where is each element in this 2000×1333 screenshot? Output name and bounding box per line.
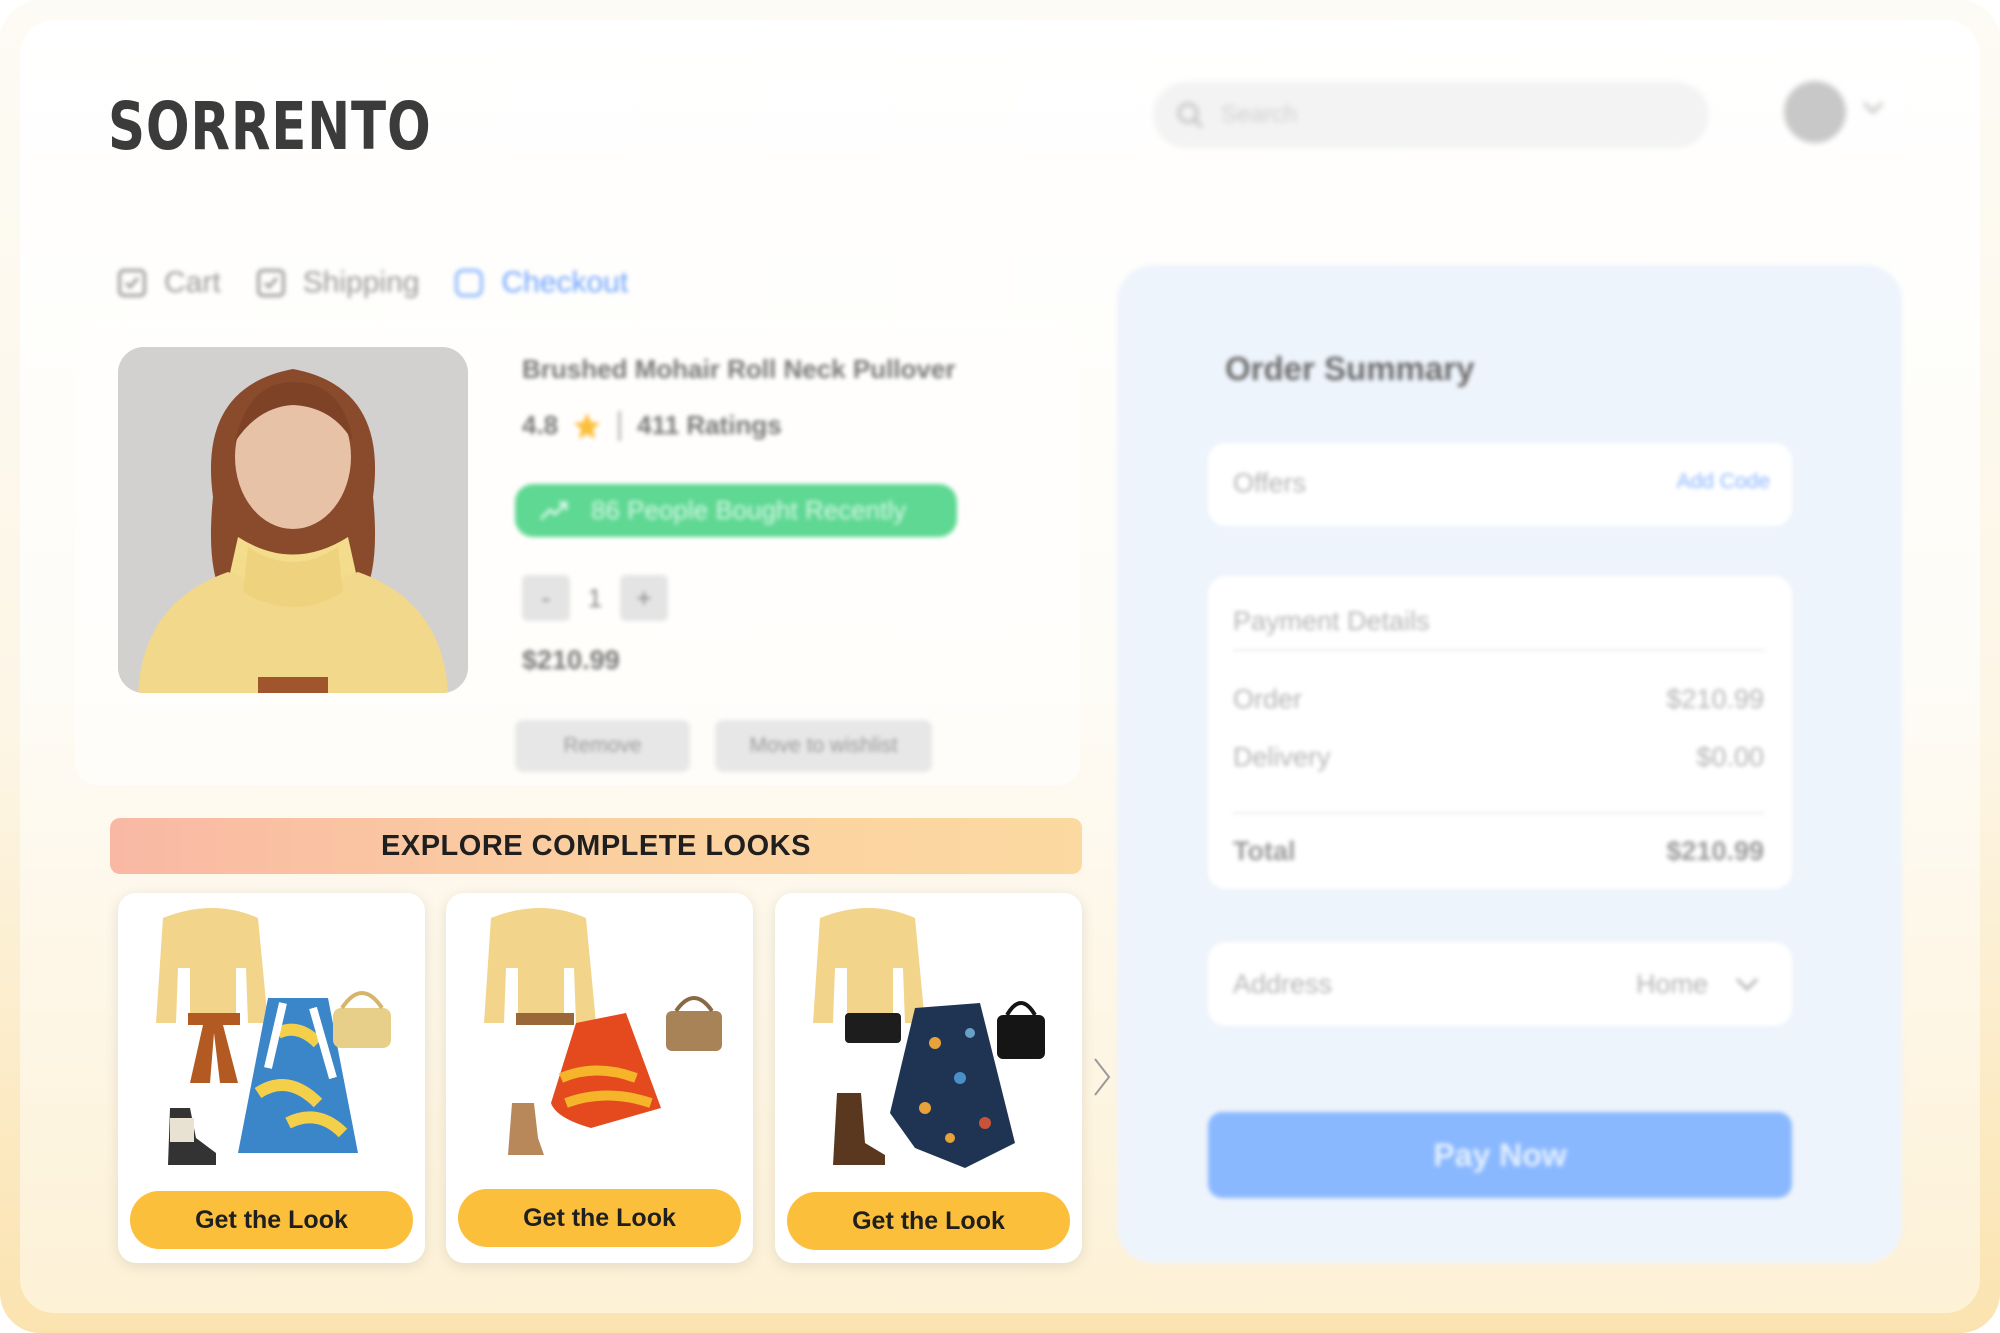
total-label: Total (1233, 836, 1296, 866)
search-input[interactable]: Search (1153, 82, 1709, 148)
offers-label: Offers (1233, 468, 1307, 498)
qty-decrease-button[interactable]: - (522, 575, 570, 621)
checkbox-checked-icon (118, 269, 146, 297)
step-checkout[interactable]: Checkout (455, 266, 628, 300)
page-frame: SORRENTO Search Cart Shipping Checkout B… (0, 0, 2000, 1333)
divider (1233, 649, 1765, 651)
step-label: Checkout (501, 266, 629, 299)
checkout-steps: Cart Shipping Checkout (118, 266, 664, 300)
move-to-wishlist-button[interactable]: Move to wishlist (715, 720, 932, 772)
rating-value: 4.8 (522, 410, 559, 440)
look-card-3[interactable]: Get the Look (775, 893, 1082, 1263)
quantity-stepper: - 1 + (522, 575, 668, 621)
pay-now-button[interactable]: Pay Now (1208, 1112, 1792, 1198)
total-value: $210.99 (1666, 836, 1764, 866)
payment-details-box: Payment Details Order $210.99 Delivery $… (1208, 576, 1792, 889)
look-outfit-image (813, 908, 1045, 1168)
step-cart[interactable]: Cart (118, 266, 221, 300)
delivery-value: $0.00 (1696, 742, 1764, 772)
look-outfit-image (156, 908, 391, 1165)
delivery-label: Delivery (1233, 742, 1331, 772)
chevron-down-icon (1735, 977, 1759, 992)
chevron-down-icon[interactable] (1861, 100, 1885, 116)
chevron-right-icon[interactable] (1090, 1055, 1114, 1099)
avatar[interactable] (1784, 81, 1846, 143)
order-label: Order (1233, 684, 1303, 714)
remove-button[interactable]: Remove (515, 720, 690, 772)
star-icon (574, 412, 601, 439)
checkbox-checked-icon (256, 269, 285, 297)
look-card-2[interactable]: Get the Look (446, 893, 753, 1263)
trending-up-icon (539, 501, 568, 520)
product-image[interactable] (118, 347, 468, 693)
bought-recently-text: 86 People Bought Recently (591, 495, 907, 525)
order-value: $210.99 (1666, 684, 1764, 714)
step-label: Shipping (302, 266, 420, 299)
search-placeholder: Search (1221, 101, 1298, 128)
product-price: $210.99 (522, 645, 620, 675)
add-code-link[interactable]: Add Code (1677, 470, 1770, 494)
product-title[interactable]: Brushed Mohair Roll Neck Pullover (522, 354, 955, 385)
search-icon (1177, 102, 1204, 129)
product-rating: 4.8 411 Ratings (522, 410, 782, 441)
checkbox-empty-icon (455, 269, 484, 297)
get-the-look-button-3[interactable]: Get the Look (787, 1192, 1070, 1250)
divider (618, 410, 622, 441)
address-value: Home (1635, 969, 1708, 999)
explore-looks-banner: EXPLORE COMPLETE LOOKS (110, 818, 1082, 874)
model-photo (118, 347, 468, 693)
look-outfit-image (484, 908, 722, 1155)
payment-details-title: Payment Details (1233, 606, 1430, 636)
look-card-1[interactable]: Get the Look (118, 893, 425, 1263)
step-label: Cart (164, 266, 221, 299)
order-summary-title: Order Summary (1225, 350, 1475, 387)
get-the-look-button-1[interactable]: Get the Look (130, 1191, 413, 1249)
brand-logo[interactable]: SORRENTO (108, 88, 431, 165)
ratings-count: 411 Ratings (637, 410, 782, 440)
bought-recently-badge: 86 People Bought Recently (515, 484, 957, 537)
offers-box[interactable]: Offers Add Code (1208, 443, 1792, 526)
step-shipping[interactable]: Shipping (256, 266, 420, 300)
qty-value: 1 (587, 582, 603, 613)
address-label: Address (1233, 969, 1333, 999)
address-select[interactable]: Address Home (1208, 942, 1792, 1026)
divider (1233, 812, 1765, 814)
qty-increase-button[interactable]: + (620, 575, 668, 621)
get-the-look-button-2[interactable]: Get the Look (458, 1189, 741, 1247)
